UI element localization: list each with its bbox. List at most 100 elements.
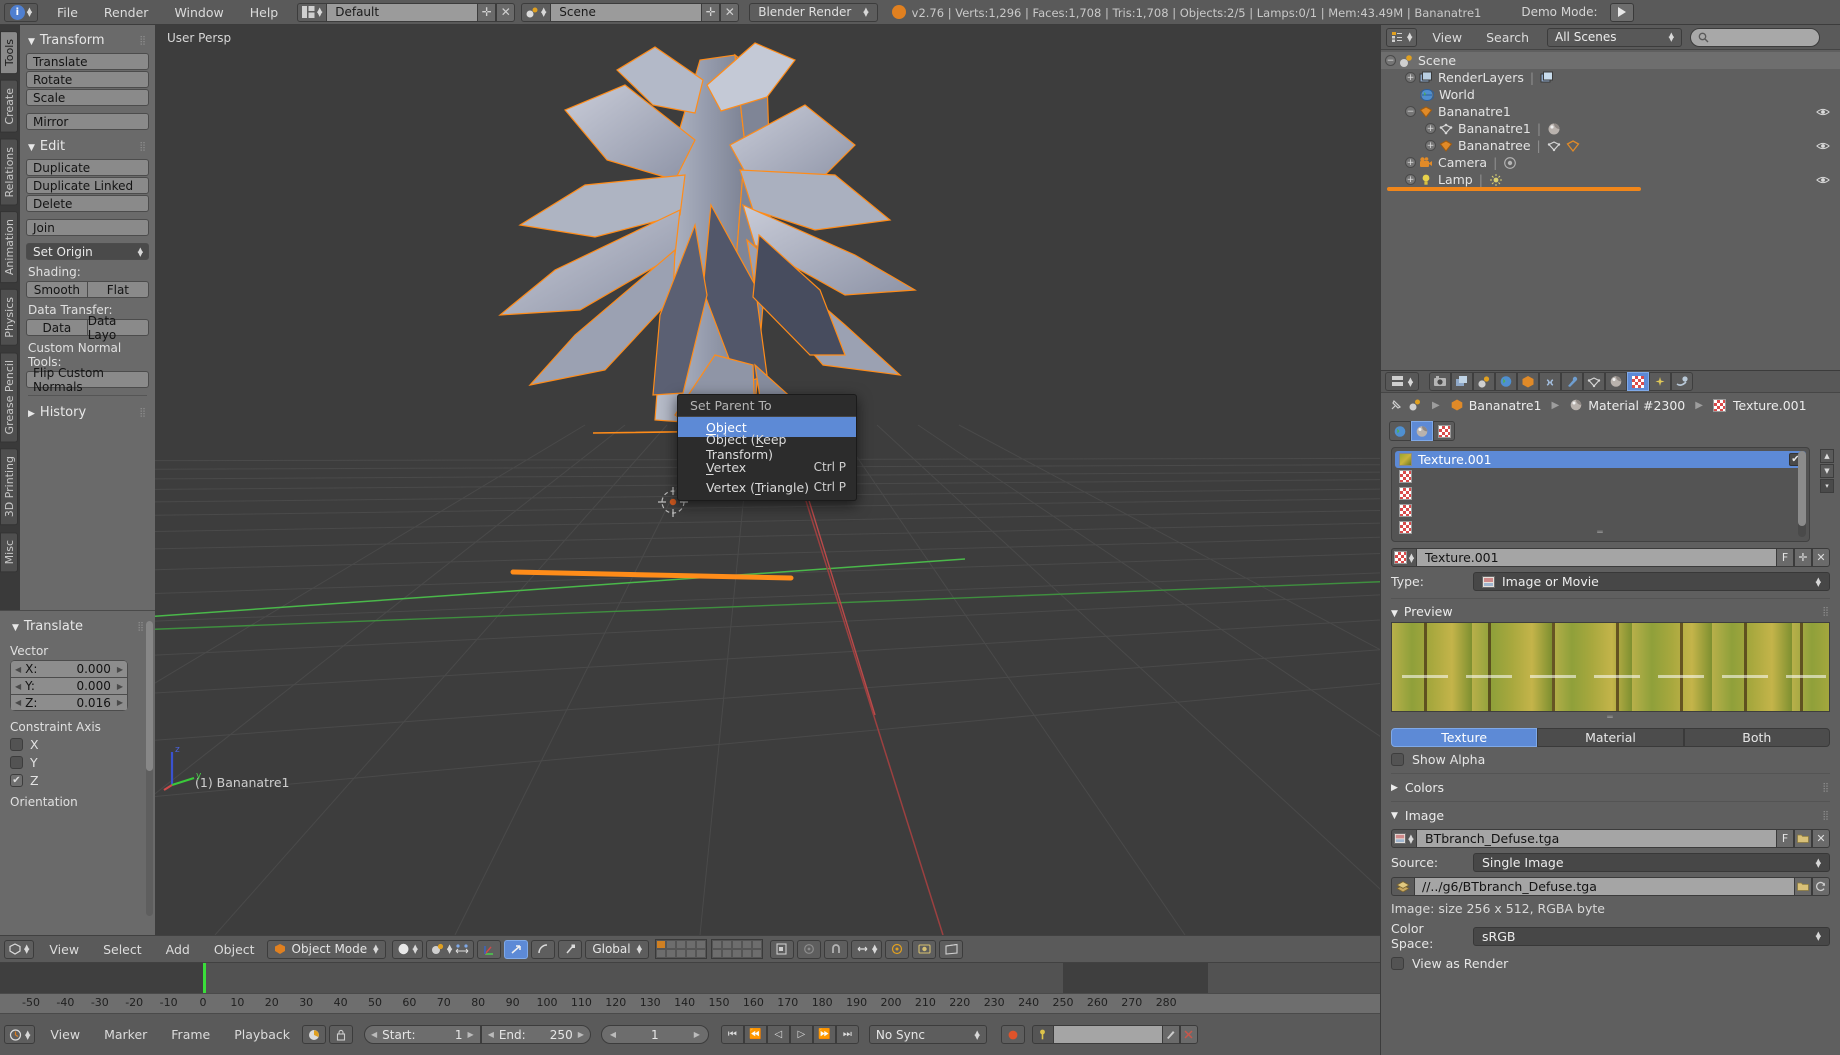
fake-user-button[interactable]: F — [1776, 548, 1794, 567]
tool-duplicate-linked[interactable]: Duplicate Linked — [26, 177, 149, 194]
opengl-render-animation-button[interactable] — [939, 939, 964, 959]
panel-header-edit[interactable]: ▼ Edit ⣿ — [26, 137, 149, 159]
menu-file[interactable]: File — [44, 5, 91, 20]
outliner-menu-view[interactable]: View — [1420, 30, 1474, 45]
material-texture-toggle[interactable] — [1411, 421, 1433, 441]
playback-controls[interactable]: ⏮ ⏪ ◁ ▷ ⏩ ⏭ — [720, 1025, 859, 1044]
add-scene-icon[interactable]: ✛ — [701, 2, 721, 22]
outliner-row-bananatre1-object[interactable]: − Bananatre1 — [1381, 103, 1840, 120]
show-alpha-checkbox[interactable] — [1391, 753, 1404, 766]
jump-to-start-button[interactable]: ⏮ — [720, 1025, 744, 1044]
proportional-edit-button[interactable] — [796, 939, 821, 959]
keying-set-field[interactable] — [1031, 1025, 1198, 1044]
texture-datablock-name[interactable]: Texture.001 — [1417, 548, 1776, 567]
auto-keying-button[interactable] — [1000, 1025, 1025, 1044]
blender-info-icon[interactable]: i ▲ ▼ — [4, 2, 38, 22]
opengl-render-button[interactable] — [912, 939, 937, 959]
outliner-row-bananatre1-mesh[interactable]: + Bananatre1 | — [1381, 120, 1840, 137]
tool-rotate[interactable]: Rotate — [26, 71, 149, 88]
scene-name-value[interactable]: Scene — [551, 2, 702, 22]
panel-header-transform[interactable]: ▼ Transform ⣿ — [26, 31, 149, 53]
frame-range-fields[interactable]: ◀ Start: 1 ▶ ◀ End: 250 ▶ — [364, 1025, 591, 1044]
breadcrumb-texture[interactable]: Texture.001 — [1733, 398, 1807, 413]
texture-slot-row-0[interactable]: Texture.001 ✔ — [1395, 451, 1806, 468]
toolshelf-tab-physics[interactable]: Physics — [0, 289, 18, 346]
preview-mode-buttons[interactable]: Texture Material Both — [1391, 728, 1830, 747]
outliner-search-input[interactable] — [1690, 27, 1821, 47]
arrow-right-icon[interactable]: ▶ — [117, 665, 123, 674]
texture-slot-row-3[interactable] — [1395, 502, 1806, 519]
texture-context-toggles[interactable] — [1381, 417, 1840, 447]
start-frame-field[interactable]: ◀ Start: 1 ▶ — [364, 1025, 481, 1044]
list-resize-grip[interactable]: ═ — [1597, 528, 1603, 538]
timeline-editor-type-selector[interactable]: ▲ ▼ — [4, 1025, 36, 1044]
viewport-shading-selector[interactable]: ▲ ▼ — [391, 939, 423, 959]
image-source-dropdown[interactable]: Single Image ▲ ▼ — [1473, 853, 1830, 872]
visibility-eye-icon[interactable] — [1816, 140, 1830, 152]
unlink-texture-button[interactable]: ✕ — [1812, 548, 1830, 567]
preview-mode-both[interactable]: Both — [1683, 728, 1830, 747]
operator-panel-header[interactable]: ▼ Translate ⣿ — [10, 617, 147, 639]
image-path-value[interactable]: //../g6/BTbranch_Defuse.tga — [1415, 877, 1794, 896]
outliner-display-mode-selector[interactable]: All Scenes ▲ ▼ — [1547, 27, 1683, 47]
tool-data-transfer[interactable]: Data — [26, 319, 88, 336]
use-preview-range-button[interactable] — [302, 1025, 327, 1044]
translate-y-field[interactable]: ◀ Y: 0.000 ▶ — [10, 677, 128, 694]
interaction-mode-selector[interactable]: Object Mode ▲ ▼ — [266, 939, 386, 959]
reload-image-button[interactable] — [1812, 877, 1830, 896]
pin-icon[interactable] — [1389, 398, 1403, 412]
texture-type-row[interactable]: Type: Image or Movie ▲ ▼ — [1391, 572, 1830, 591]
breadcrumb-object[interactable]: Bananatre1 — [1469, 398, 1542, 413]
tool-mirror[interactable]: Mirror — [26, 113, 149, 130]
menu-window[interactable]: Window — [161, 5, 236, 20]
constraint-axis-y-row[interactable]: Y — [10, 755, 147, 770]
image-fake-user-button[interactable]: F — [1776, 829, 1794, 848]
properties-tab-modifiers[interactable] — [1561, 372, 1583, 391]
previous-keyframe-button[interactable]: ⏪ — [743, 1025, 767, 1044]
translate-z-field[interactable]: ◀ Z: 0.016 ▶ — [10, 694, 128, 711]
properties-tab-render-layers[interactable] — [1451, 372, 1473, 391]
viewport-menu-add[interactable]: Add — [154, 942, 202, 957]
renderlayer-data-icon[interactable] — [1540, 71, 1554, 85]
play-reverse-button[interactable]: ◁ — [766, 1025, 790, 1044]
operator-panel-scrollbar[interactable] — [146, 621, 153, 916]
toolshelf-tab-misc[interactable]: Misc — [0, 531, 18, 573]
collapse-icon[interactable]: − — [1405, 106, 1416, 117]
scene-icon[interactable]: ▲ ▼ — [521, 2, 552, 22]
screen-layout-icon[interactable]: ▲ ▼ — [297, 2, 328, 22]
properties-tab-texture[interactable] — [1627, 372, 1649, 391]
add-layout-icon[interactable]: ✛ — [477, 2, 497, 22]
timeline-menu-frame[interactable]: Frame — [159, 1027, 222, 1042]
mesh-data-icon[interactable] — [1547, 139, 1561, 153]
tool-shade-smooth[interactable]: Smooth — [26, 281, 88, 298]
outliner-row-renderlayers[interactable]: + RenderLayers | — [1381, 69, 1840, 86]
properties-tab-particles[interactable] — [1649, 372, 1671, 391]
menu-item-vertex-triangle[interactable]: Vertex (Triangle) Ctrl P — [678, 477, 856, 497]
image-datablock-icon[interactable]: ▲ ▼ — [1391, 829, 1417, 848]
arrow-right-icon[interactable]: ▶ — [117, 698, 123, 707]
image-datablock-field[interactable]: ▲ ▼ BTbranch_Defuse.tga F ✕ — [1391, 829, 1830, 848]
colors-section-header[interactable]: ▶ Colors ⣿ — [1391, 773, 1830, 795]
world-texture-toggle[interactable] — [1389, 421, 1411, 441]
viewport-menu-select[interactable]: Select — [91, 942, 154, 957]
rotate-manipulator-button[interactable] — [531, 939, 556, 959]
properties-tab-bar[interactable]: ▲ ▼ — [1381, 371, 1840, 393]
lock-camera-button[interactable] — [769, 939, 794, 959]
camera-data-icon[interactable] — [1503, 156, 1517, 170]
scale-manipulator-button[interactable] — [558, 939, 583, 959]
timeline-editor[interactable]: -50 -40 -30 -20 -10 0 10 20 30 40 50 60 70 80 90 100 110… — [0, 963, 1380, 1055]
keyframe-icon[interactable] — [1031, 1025, 1054, 1044]
color-space-row[interactable]: Color Space: sRGB ▲ ▼ — [1391, 921, 1830, 951]
visibility-eye-icon[interactable] — [1816, 106, 1830, 118]
delete-scene-icon[interactable]: ✕ — [720, 2, 740, 22]
preview-mode-texture[interactable]: Texture — [1391, 728, 1538, 747]
set-parent-to-context-menu[interactable]: Set Parent To Object Object (Keep Transf… — [677, 394, 857, 501]
texture-slot-row-2[interactable] — [1395, 485, 1806, 502]
open-image-button[interactable] — [1794, 829, 1812, 848]
layer-group-2[interactable] — [710, 939, 763, 959]
collapse-icon[interactable]: − — [1385, 55, 1396, 66]
texture-list-sidebar-buttons[interactable]: ▲ ▼ ▾ — [1820, 447, 1836, 493]
scene-selector[interactable]: ▲ ▼ Scene ✛ ✕ — [521, 2, 740, 22]
screen-layout-value[interactable]: Default — [327, 2, 478, 22]
play-button[interactable]: ▷ — [789, 1025, 813, 1044]
